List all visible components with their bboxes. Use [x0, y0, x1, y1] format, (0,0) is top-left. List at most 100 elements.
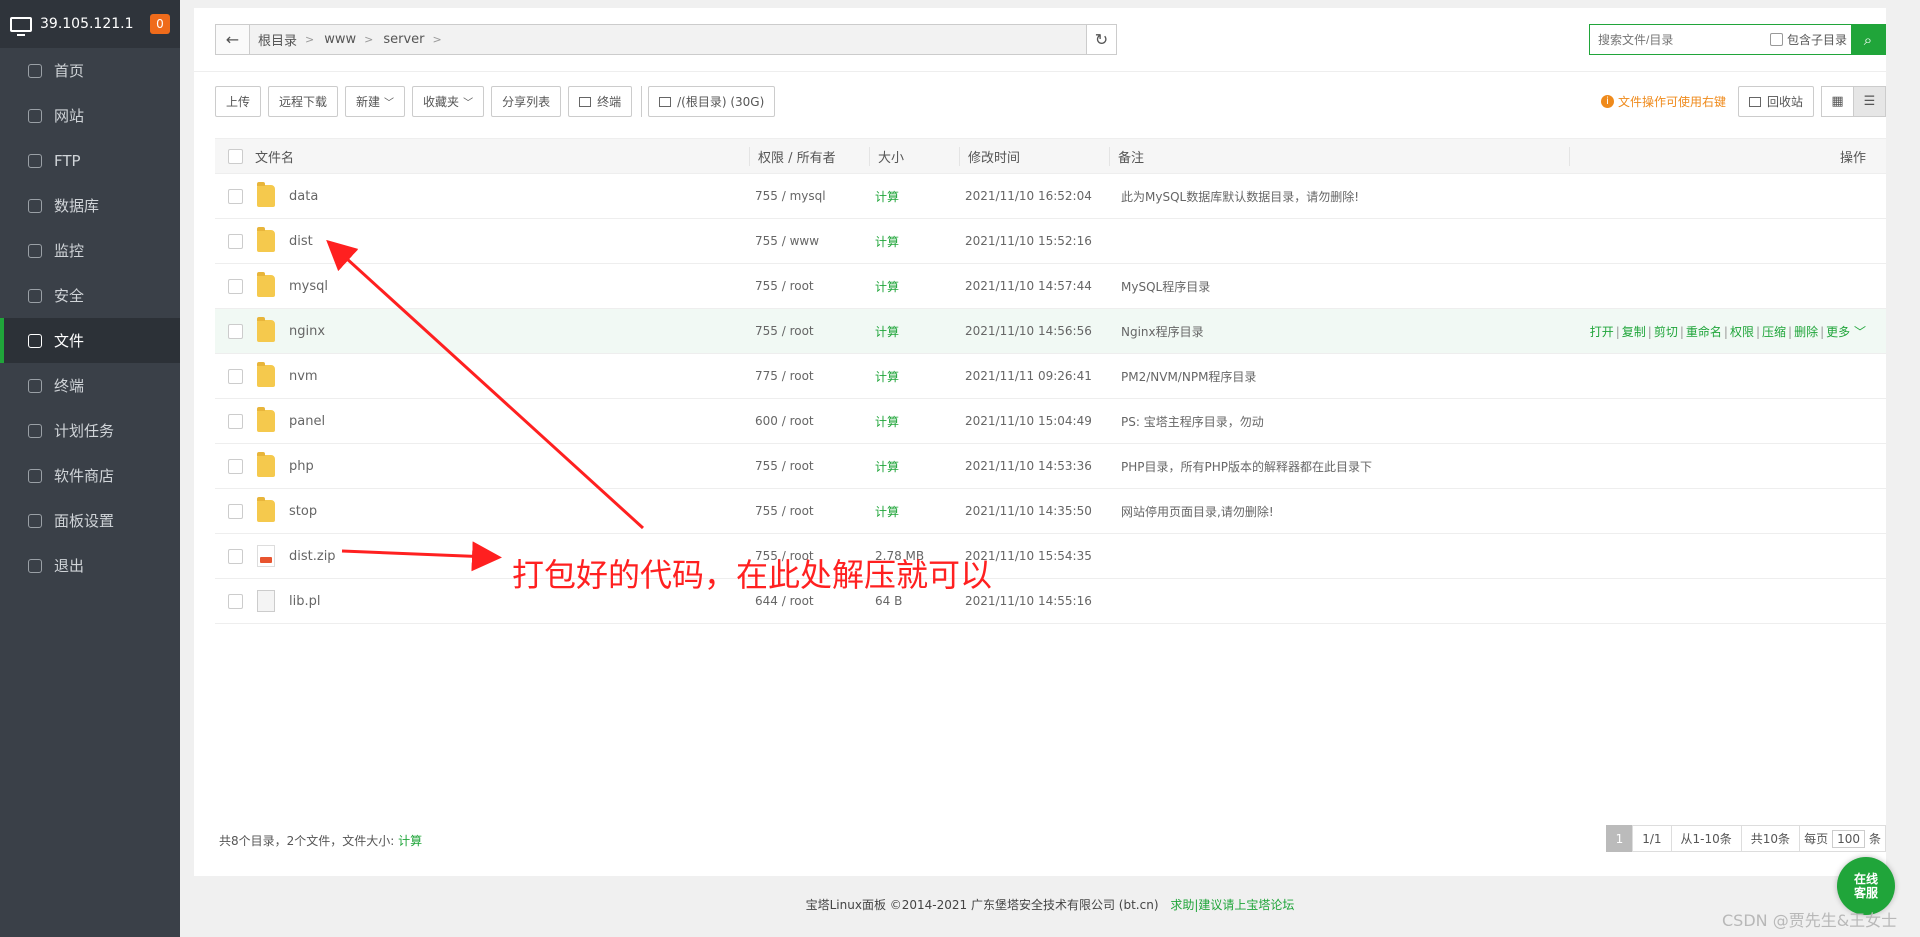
include-subdir-checkbox[interactable]: 包含子目录	[1769, 25, 1851, 54]
row-op-4[interactable]: 权限	[1730, 325, 1754, 339]
header-mtime[interactable]: 修改时间	[959, 146, 1109, 166]
table-row[interactable]: stop 755 / root 计算 2021/11/10 14:35:50 网站停用页…	[215, 489, 1886, 534]
table-row[interactable]: nvm 775 / root 计算 2021/11/11 09:26:41 PM2/NV…	[215, 354, 1886, 399]
sidebar-item-6[interactable]: 文件	[0, 318, 180, 363]
file-size[interactable]: 计算	[869, 323, 959, 340]
file-name[interactable]: php	[289, 459, 314, 474]
file-note[interactable]: Nginx程序目录	[1109, 323, 1569, 340]
breadcrumb-item[interactable]: www	[324, 32, 356, 47]
file-name[interactable]: stop	[289, 504, 317, 519]
file-size[interactable]: 计算	[869, 458, 959, 475]
row-checkbox[interactable]	[227, 413, 243, 429]
search-input[interactable]	[1590, 25, 1770, 54]
sidebar-item-4[interactable]: 监控	[0, 228, 180, 273]
file-perm[interactable]: 755 / root	[749, 279, 869, 293]
row-op-7[interactable]: 更多	[1826, 325, 1850, 339]
file-size[interactable]: 计算	[869, 503, 959, 520]
file-perm[interactable]: 644 / root	[749, 594, 869, 608]
summary-calc-link[interactable]: 计算	[398, 834, 422, 848]
sidebar-item-3[interactable]: 数据库	[0, 183, 180, 228]
per-page-select[interactable]: 每页 100 条	[1799, 825, 1886, 852]
file-size[interactable]: 计算	[869, 233, 959, 250]
sidebar-item-7[interactable]: 终端	[0, 363, 180, 408]
grid-view-button[interactable]: ▦	[1821, 86, 1854, 117]
header-name[interactable]: 文件名	[255, 147, 749, 166]
file-perm[interactable]: 755 / root	[749, 504, 869, 518]
row-checkbox[interactable]	[227, 503, 243, 519]
breadcrumb-item[interactable]: 根目录	[258, 30, 297, 49]
sidebar-item-0[interactable]: 首页	[0, 48, 180, 93]
file-name[interactable]: dist.zip	[289, 549, 336, 564]
row-checkbox[interactable]	[227, 278, 243, 294]
new-button[interactable]: 新建 ﹀	[345, 86, 406, 117]
row-op-0[interactable]: 打开	[1590, 325, 1614, 339]
row-op-3[interactable]: 重命名	[1686, 325, 1722, 339]
row-checkbox[interactable]	[227, 188, 243, 204]
file-perm[interactable]: 775 / root	[749, 369, 869, 383]
file-perm[interactable]: 755 / mysql	[749, 189, 869, 203]
file-size[interactable]: 计算	[869, 413, 959, 430]
table-row[interactable]: data 755 / mysql 计算 2021/11/10 16:52:04 此为My…	[215, 174, 1886, 219]
table-row[interactable]: nginx 755 / root 计算 2021/11/10 14:56:56 Ngin…	[215, 309, 1886, 354]
file-note[interactable]: PM2/NVM/NPM程序目录	[1109, 368, 1569, 385]
row-op-1[interactable]: 复制	[1622, 325, 1646, 339]
table-row[interactable]: lib.pl 644 / root 64 B 2021/11/10 14:55:16	[215, 579, 1886, 624]
select-all-checkbox[interactable]	[227, 148, 243, 164]
row-checkbox[interactable]	[227, 593, 243, 609]
file-size[interactable]: 计算	[869, 278, 959, 295]
breadcrumb-item[interactable]: server	[383, 32, 424, 47]
file-perm[interactable]: 755 / root	[749, 324, 869, 338]
table-row[interactable]: mysql 755 / root 计算 2021/11/10 14:57:44 MySQ…	[215, 264, 1886, 309]
help-link[interactable]: 求助|建议请上宝塔论坛	[1170, 898, 1294, 912]
back-button[interactable]: ←	[216, 25, 250, 54]
file-name[interactable]: panel	[289, 414, 325, 429]
notification-badge[interactable]: 0	[150, 14, 170, 34]
file-note[interactable]: 此为MySQL数据库默认数据目录，请勿删除!	[1109, 188, 1569, 205]
row-op-5[interactable]: 压缩	[1762, 325, 1786, 339]
sidebar-item-8[interactable]: 计划任务	[0, 408, 180, 453]
file-name[interactable]: nvm	[289, 369, 318, 384]
file-name[interactable]: lib.pl	[289, 594, 320, 609]
file-size[interactable]: 计算	[869, 368, 959, 385]
row-checkbox[interactable]	[227, 548, 243, 564]
row-checkbox[interactable]	[227, 233, 243, 249]
file-perm[interactable]: 600 / root	[749, 414, 869, 428]
server-header[interactable]: 39.105.121.1 0	[0, 0, 180, 48]
row-checkbox[interactable]	[227, 323, 243, 339]
remote-download-button[interactable]: 远程下载	[268, 86, 339, 117]
sidebar-item-9[interactable]: 软件商店	[0, 453, 180, 498]
row-op-2[interactable]: 剪切	[1654, 325, 1678, 339]
table-row[interactable]: panel 600 / root 计算 2021/11/10 15:04:49 PS: …	[215, 399, 1886, 444]
refresh-button[interactable]: ↻	[1086, 25, 1116, 54]
upload-button[interactable]: 上传	[215, 86, 262, 117]
sidebar-item-2[interactable]: FTP	[0, 138, 180, 183]
terminal-button[interactable]: 终端	[568, 86, 633, 117]
recycle-bin-button[interactable]: 回收站	[1737, 86, 1814, 117]
header-size[interactable]: 大小	[869, 146, 959, 166]
file-note[interactable]: PS: 宝塔主程序目录，勿动	[1109, 413, 1569, 430]
file-perm[interactable]: 755 / root	[749, 459, 869, 473]
file-name[interactable]: dist	[289, 234, 313, 249]
page-current[interactable]: 1	[1605, 825, 1634, 852]
share-list-button[interactable]: 分享列表	[491, 86, 562, 117]
favorites-button[interactable]: 收藏夹 ﹀	[412, 86, 485, 117]
row-checkbox[interactable]	[227, 368, 243, 384]
list-view-button[interactable]: ☰	[1853, 86, 1886, 117]
sidebar-item-5[interactable]: 安全	[0, 273, 180, 318]
file-note[interactable]: MySQL程序目录	[1109, 278, 1569, 295]
sidebar-item-1[interactable]: 网站	[0, 93, 180, 138]
file-name[interactable]: data	[289, 189, 318, 204]
file-note[interactable]: 网站停用页面目录,请勿删除!	[1109, 503, 1569, 520]
table-row[interactable]: php 755 / root 计算 2021/11/10 14:53:36 PHP目录，…	[215, 444, 1886, 489]
table-row[interactable]: dist 755 / www 计算 2021/11/10 15:52:16	[215, 219, 1886, 264]
header-perm[interactable]: 权限 / 所有者	[749, 146, 869, 166]
file-perm[interactable]: 755 / www	[749, 234, 869, 248]
file-name[interactable]: mysql	[289, 279, 328, 294]
sidebar-item-11[interactable]: 退出	[0, 543, 180, 588]
sidebar-item-10[interactable]: 面板设置	[0, 498, 180, 543]
disk-button[interactable]: /(根目录) (30G)	[648, 86, 776, 117]
file-name[interactable]: nginx	[289, 324, 325, 339]
file-note[interactable]: PHP目录，所有PHP版本的解释器都在此目录下	[1109, 458, 1569, 475]
table-row[interactable]: dist.zip 755 / root 2.78 MB 2021/11/10 15:5…	[215, 534, 1886, 579]
breadcrumb[interactable]: 根目录 > www > server >	[250, 25, 1086, 54]
